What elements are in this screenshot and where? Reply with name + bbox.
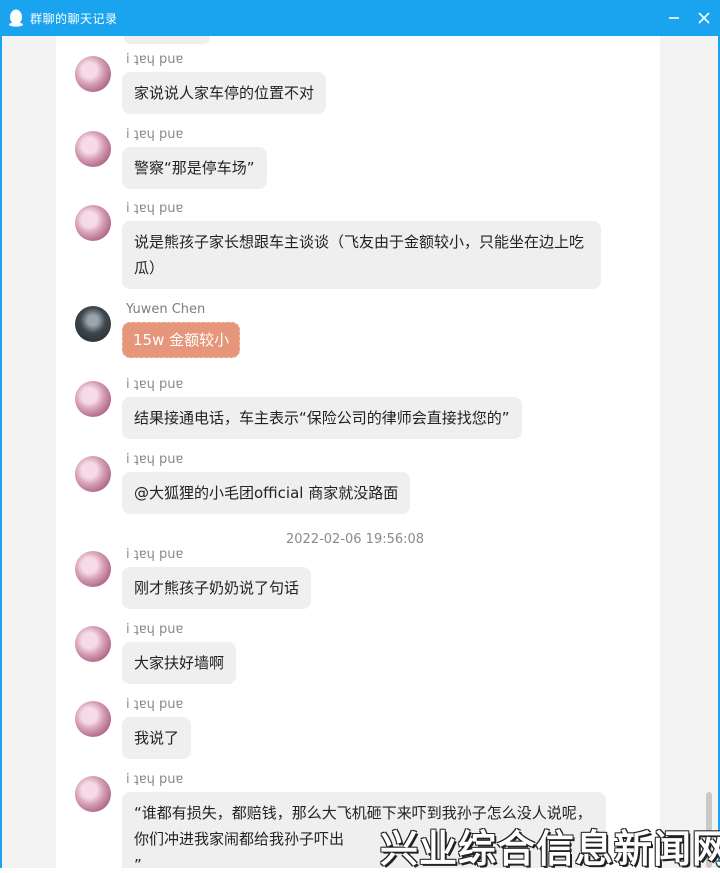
anime-avatar[interactable] [75, 456, 111, 492]
message-bubble: 说是熊孩子家长想跟车主谈谈（飞友由于金额较小，只能坐在边上吃瓜） [122, 221, 601, 289]
sender-name: i ʇɐɥ puɐ [126, 452, 184, 467]
anime-avatar[interactable] [75, 56, 111, 92]
message-bubble: 我说了 [122, 717, 192, 759]
sender-name: i ʇɐɥ puɐ [126, 377, 184, 392]
anime-avatar[interactable] [75, 131, 111, 167]
sender-name: i ʇɐɥ puɐ [126, 697, 184, 712]
sender-name: i ʇɐɥ puɐ [126, 622, 184, 637]
chat-history-pane[interactable]: i ʇɐɥ puɐ 家说说人家车停的位置不对 i ʇɐɥ puɐ 警察“那是停车… [56, 36, 660, 868]
close-button[interactable] [694, 8, 714, 28]
sender-name: Yuwen Chen [126, 302, 206, 317]
anime-avatar[interactable] [75, 626, 111, 662]
qq-penguin-icon [8, 9, 24, 27]
sender-name: i ʇɐɥ puɐ [126, 547, 184, 562]
sender-name: i ʇɐɥ puɐ [126, 127, 184, 142]
timestamp: 2022-02-06 19:56:08 [286, 532, 425, 547]
anime-avatar[interactable] [75, 776, 111, 812]
anime-avatar[interactable] [75, 701, 111, 737]
minimize-button[interactable] [664, 8, 684, 28]
sender-name: i ʇɐɥ puɐ [126, 772, 184, 787]
message-bubble: 大家扶好墙啊 [122, 642, 237, 684]
sender-name: i ʇɐɥ puɐ [126, 52, 184, 67]
message-bubble: 家说说人家车停的位置不对 [122, 72, 327, 114]
message-bubble: 结果接通电话，车主表示“保险公司的律师会直接找您的” [122, 397, 522, 439]
dark-avatar[interactable] [75, 306, 111, 342]
anime-avatar[interactable] [75, 381, 111, 417]
previous-message-bubble [124, 36, 210, 44]
chat-gutter-left [2, 36, 56, 868]
message-bubble: 15w 金额较小 [122, 322, 241, 358]
minimize-icon [669, 17, 679, 19]
message-bubble: 刚才熊孩子奶奶说了句话 [122, 567, 312, 609]
chat-gutter-right [660, 36, 718, 868]
close-icon [698, 12, 710, 24]
message-bubble: @大狐狸的小毛团official 商家就没路面 [122, 472, 411, 514]
window-titlebar: 群聊的聊天记录 [0, 0, 720, 36]
message-bubble: 警察“那是停车场” [122, 147, 267, 189]
watermark-text: 兴业综合信息新闻网 [380, 827, 720, 871]
window-title: 群聊的聊天记录 [30, 11, 118, 26]
message-text-tail: ” [134, 856, 142, 868]
anime-avatar[interactable] [75, 205, 111, 241]
anime-avatar[interactable] [75, 551, 111, 587]
sender-name: i ʇɐɥ puɐ [126, 201, 184, 216]
